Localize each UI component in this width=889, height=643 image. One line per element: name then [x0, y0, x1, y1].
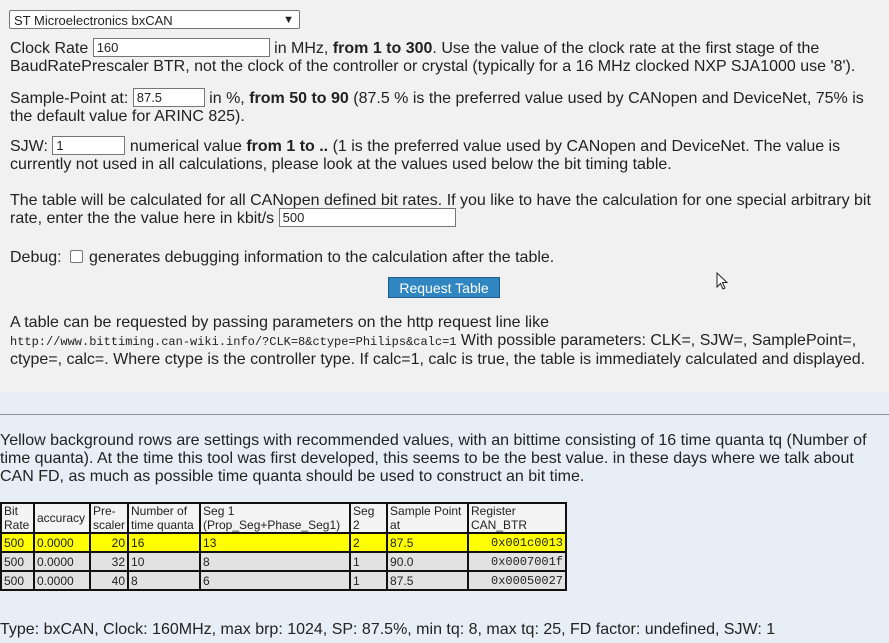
cell-time-quanta: 16: [127, 532, 202, 553]
header-bit-rate: Bit Rate: [0, 502, 35, 534]
clock-rate-row: Clock Rate 160 in MHz, from 1 to 300. Us…: [10, 38, 880, 76]
debug-row: Debug: generates debugging information t…: [10, 249, 880, 267]
cell-bit-rate: 500: [0, 570, 35, 591]
request-info-url: http://www.bittiming.can-wiki.info/?CLK=…: [10, 335, 457, 349]
clock-rate-input[interactable]: 160: [92, 38, 270, 58]
cell-register: 0x00050027: [467, 570, 568, 591]
debug-desc: generates debugging information to the c…: [89, 249, 555, 266]
cell-seg2: 1: [349, 570, 389, 591]
cell-prescaler: 40: [88, 570, 130, 591]
header-sample-point: Sample Point at: [386, 502, 470, 534]
bitrate-row: The table will be calculated for all CAN…: [10, 192, 880, 228]
cell-register: 0x0007001f: [467, 551, 568, 572]
cell-sample-point: 90.0: [386, 551, 470, 572]
cell-seg1: 13: [199, 532, 352, 553]
header-seg2: Seg 2: [349, 502, 389, 534]
sample-point-input[interactable]: 87.5: [132, 88, 205, 108]
cell-bit-rate: 500: [0, 532, 35, 553]
cell-accuracy: 0.0000: [33, 551, 91, 572]
table-row: 500 0.0000 20 16 13 2 87.5 0x001c0013: [0, 532, 568, 553]
sample-point-unit: in %,: [204, 90, 250, 107]
sample-point-range: from 50 to 90: [249, 90, 349, 107]
cell-prescaler: 20: [88, 532, 130, 553]
debug-label: Debug:: [10, 249, 62, 266]
cell-time-quanta: 8: [127, 570, 202, 591]
calculation-summary: Type: bxCAN, Clock: 160MHz, max brp: 102…: [0, 621, 776, 638]
controller-type-select[interactable]: ST Microelectronics bxCAN ▼: [9, 10, 300, 29]
table-row: 500 0.0000 40 8 6 1 87.5 0x00050027: [0, 570, 568, 591]
cell-accuracy: 0.0000: [33, 570, 91, 591]
cell-seg2: 1: [349, 551, 389, 572]
cell-prescaler: 32: [88, 551, 130, 572]
table-header-row: Bit Rate accuracy Pre-scaler Number of t…: [0, 502, 568, 534]
sample-point-label: Sample-Point at:: [10, 90, 129, 107]
divider: [0, 414, 889, 415]
clock-rate-label: Clock Rate: [10, 40, 89, 57]
header-prescaler: Pre-scaler: [88, 502, 130, 534]
cell-seg1: 6: [199, 570, 352, 591]
cell-bit-rate: 500: [0, 551, 35, 572]
sjw-unit: numerical value: [125, 138, 247, 155]
debug-checkbox[interactable]: [70, 250, 84, 264]
mouse-cursor-icon: [716, 272, 729, 290]
request-info: A table can be requested by passing para…: [10, 314, 880, 369]
cell-seg2: 2: [349, 532, 389, 553]
request-info-intro: A table can be requested by passing para…: [10, 314, 550, 331]
header-register: Register CAN_BTR: [467, 502, 568, 534]
chevron-down-icon: ▼: [283, 14, 294, 26]
sjw-range: from 1 to ..: [246, 138, 329, 155]
bit-timing-table: Bit Rate accuracy Pre-scaler Number of t…: [0, 502, 568, 591]
request-table-button[interactable]: Request Table: [388, 277, 500, 298]
cell-accuracy: 0.0000: [33, 532, 91, 553]
sjw-input[interactable]: 1: [52, 136, 126, 156]
recommendation-note: Yellow background rows are settings with…: [0, 432, 867, 485]
cell-sample-point: 87.5: [386, 532, 470, 553]
clock-rate-unit: in MHz,: [269, 40, 333, 57]
header-accuracy: accuracy: [33, 502, 91, 534]
cell-register: 0x001c0013: [467, 532, 568, 553]
header-seg1: Seg 1 (Prop_Seg+Phase_Seg1): [199, 502, 352, 534]
clock-rate-range: from 1 to 300: [332, 40, 433, 57]
sjw-row: SJW: 1 numerical value from 1 to .. (1 i…: [10, 136, 880, 174]
cell-seg1: 8: [199, 551, 352, 572]
bitrate-input[interactable]: 500: [278, 208, 456, 228]
controller-type-value: ST Microelectronics bxCAN: [14, 13, 173, 28]
cell-time-quanta: 10: [127, 551, 202, 572]
cell-sample-point: 87.5: [386, 570, 470, 591]
table-row: 500 0.0000 32 10 8 1 90.0 0x0007001f: [0, 551, 568, 572]
sjw-label: SJW:: [10, 138, 48, 155]
sample-point-row: Sample-Point at: 87.5 in %, from 50 to 9…: [10, 88, 880, 126]
header-time-quanta: Number of time quanta: [127, 502, 202, 534]
